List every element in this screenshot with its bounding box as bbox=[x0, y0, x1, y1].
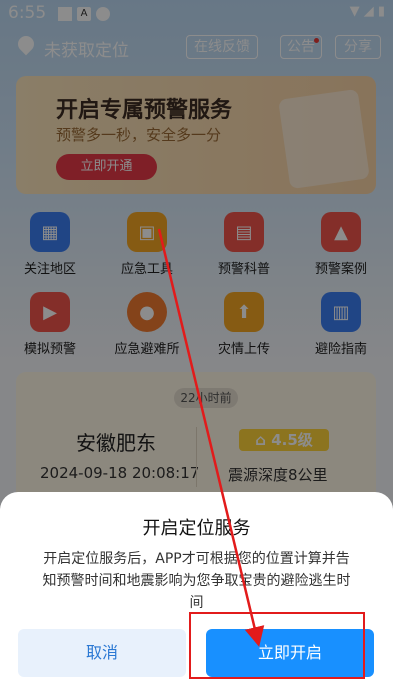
annotation-arrow bbox=[157, 228, 265, 647]
